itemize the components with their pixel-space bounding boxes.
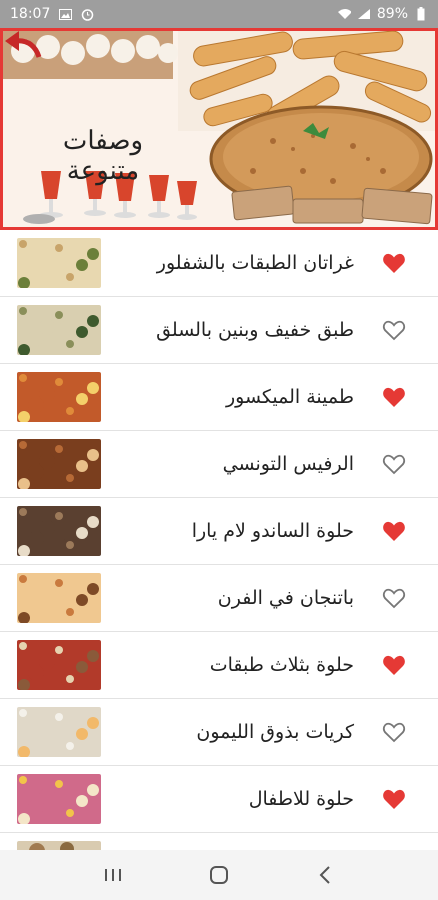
recipe-list-item[interactable]: حلوة بثلاث طبقات <box>0 632 438 699</box>
favorite-filled-heart-icon[interactable] <box>382 654 406 676</box>
recipe-title: حلوة بثلاث طبقات <box>209 654 354 676</box>
recipe-list-item[interactable]: طبق خفيف وبنين بالسلق <box>0 297 438 364</box>
recent-apps-icon <box>105 869 121 881</box>
favorite-outline-heart-icon[interactable] <box>382 319 406 341</box>
recipe-list-item[interactable]: باتنجان في الفرن <box>0 565 438 632</box>
favorite-filled-heart-icon[interactable] <box>382 788 406 810</box>
recipe-thumbnail <box>17 506 101 556</box>
alarm-icon <box>80 7 94 21</box>
status-bar: 18:07 89% <box>0 0 438 28</box>
navigation-bar <box>0 850 438 900</box>
recipe-title: الرفيس التونسي <box>222 453 354 475</box>
recipe-thumbnail <box>17 305 101 355</box>
recipe-title: كريات بذوق الليمون <box>196 721 354 743</box>
recipe-list-item[interactable]: كريات بذوق الليمون <box>0 699 438 766</box>
recipe-list-item[interactable]: حلوة للاطفال <box>0 766 438 833</box>
favorite-filled-heart-icon[interactable] <box>382 252 406 274</box>
recipe-thumbnail <box>17 707 101 757</box>
recipe-list-item[interactable]: حلوة الساندو لام يارا <box>0 498 438 565</box>
banner-title-line1: وصفات <box>62 126 144 156</box>
recipe-list: غراتان الطبقات بالشفلور طبق خفيف وبنين با… <box>0 230 438 850</box>
recipe-thumbnail <box>17 774 101 824</box>
battery-icon <box>414 7 428 21</box>
favorite-outline-heart-icon[interactable] <box>382 587 406 609</box>
favorite-outline-heart-icon[interactable] <box>382 453 406 475</box>
arrow-icon <box>5 31 42 58</box>
recipe-thumbnail <box>17 439 101 489</box>
recipe-title: طبق خفيف وبنين بالسلق <box>156 319 354 341</box>
recipe-thumbnail <box>17 372 101 422</box>
recipe-title: طمينة الميكسور <box>225 386 354 408</box>
recipe-title: حلوة للاطفال <box>248 788 354 810</box>
favorite-filled-heart-icon[interactable] <box>382 386 406 408</box>
status-time: 18:07 <box>10 6 51 22</box>
home-icon <box>210 866 228 884</box>
signal-icon <box>357 7 371 21</box>
recipe-list-item[interactable]: غراتان الطبقات بالشفلور <box>0 230 438 297</box>
recipe-list-item[interactable]: طمينة الميكسور <box>0 364 438 431</box>
battery-percent: 89% <box>376 6 408 22</box>
back-icon <box>319 866 330 884</box>
banner-image[interactable]: وصفات متنوعة <box>0 28 438 230</box>
wifi-icon <box>337 7 351 21</box>
recipe-thumbnail <box>17 238 101 288</box>
recipe-title: باتنجان في الفرن <box>217 587 354 609</box>
image-notification-icon <box>58 7 72 21</box>
recipe-list-item[interactable]: الرفيس التونسي <box>0 431 438 498</box>
banner-title: وصفات متنوعة <box>23 126 183 186</box>
recent-apps-button[interactable] <box>98 860 128 890</box>
favorite-outline-heart-icon[interactable] <box>382 721 406 743</box>
recipe-title: حلوة الساندو لام يارا <box>191 520 354 542</box>
recipe-title: غراتان الطبقات بالشفلور <box>156 252 354 274</box>
recipe-thumbnail <box>17 573 101 623</box>
recipe-list-item-partial[interactable] <box>0 833 438 850</box>
banner-title-line2: متنوعة <box>66 156 140 186</box>
home-button[interactable] <box>204 860 234 890</box>
favorite-filled-heart-icon[interactable] <box>382 520 406 542</box>
recipe-thumbnail <box>17 841 101 850</box>
recipe-thumbnail <box>17 640 101 690</box>
back-button[interactable] <box>310 860 340 890</box>
